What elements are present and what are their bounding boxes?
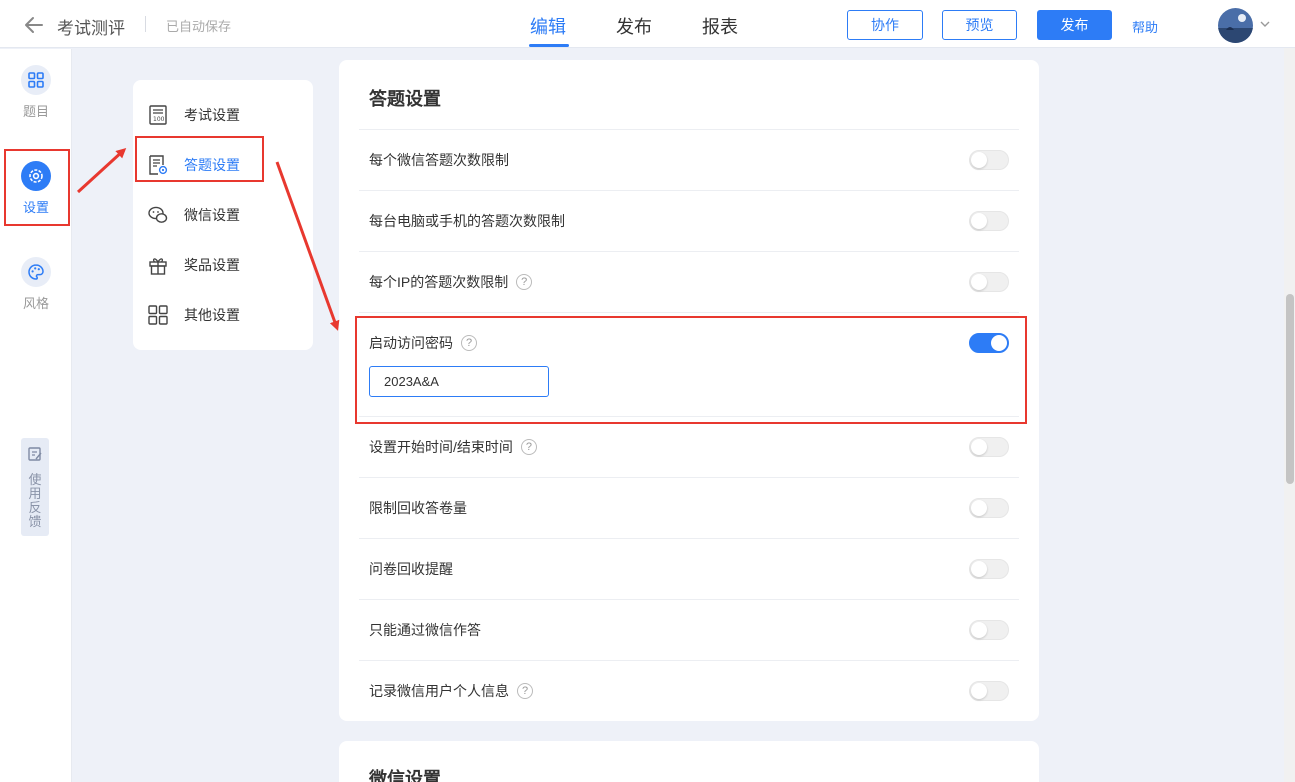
setting-label-response-limit: 限制回收答卷量 [369, 498, 467, 518]
rail-item-questions[interactable]: 题目 [0, 65, 72, 120]
palette-icon [21, 257, 51, 287]
rail-label-questions: 题目 [22, 104, 49, 119]
row-divider [359, 190, 1019, 191]
row-divider [359, 660, 1019, 661]
rail-label-style: 风格 [22, 296, 49, 311]
menu-item-prize-settings[interactable]: 奖品设置 [133, 245, 313, 285]
setting-text: 设置开始时间/结束时间 [369, 439, 513, 455]
setting-label-ip-limit: 每个IP的答题次数限制 ? [369, 272, 533, 292]
preview-button[interactable]: 预览 [942, 10, 1017, 40]
gift-icon [149, 258, 167, 275]
toggle-start-end-time[interactable] [969, 437, 1009, 457]
row-divider [359, 599, 1019, 600]
toggle-response-limit[interactable] [969, 498, 1009, 518]
setting-text: 每台电脑或手机的答题次数限制 [369, 213, 565, 229]
toggle-response-reminder[interactable] [969, 559, 1009, 579]
row-divider [359, 538, 1019, 539]
menu-label-other-settings: 其他设置 [184, 307, 240, 323]
tab-publish[interactable]: 发布 [616, 13, 652, 39]
app-title: 考试测评 [57, 19, 125, 38]
setting-label-wechat-limit: 每个微信答题次数限制 [369, 150, 509, 170]
row-divider [359, 477, 1019, 478]
grid-icon [21, 65, 51, 95]
setting-label-access-password: 启动访问密码 ? [369, 333, 477, 353]
setting-label-wechat-only: 只能通过微信作答 [369, 620, 481, 640]
access-password-input[interactable] [369, 366, 549, 397]
menu-item-answer-settings[interactable]: 答题设置 [133, 145, 313, 185]
row-divider [359, 312, 1019, 313]
top-bar: 考试测评 已自动保存 编辑 发布 报表 协作 预览 发布 帮助 [0, 0, 1295, 48]
rail-label-settings: 设置 [22, 200, 49, 215]
tab-report[interactable]: 报表 [702, 13, 738, 39]
answer-settings-title: 答题设置 [369, 89, 441, 109]
setting-label-response-reminder: 问卷回收提醒 [369, 559, 453, 579]
menu-label-prize-settings: 奖品设置 [184, 257, 240, 273]
menu-label-exam-settings: 考试设置 [184, 107, 240, 123]
grid-icon [148, 305, 168, 325]
wechat-settings-title: 微信设置 [369, 769, 441, 782]
back-arrow-icon[interactable] [22, 13, 46, 37]
setting-label-device-limit: 每台电脑或手机的答题次数限制 [369, 211, 565, 231]
menu-label-wechat-settings: 微信设置 [184, 207, 240, 223]
publish-button[interactable]: 发布 [1037, 10, 1112, 40]
setting-text: 每个微信答题次数限制 [369, 152, 509, 168]
gear-icon [21, 161, 51, 191]
left-rail: 题目 设置 风格 使用反馈 [0, 49, 72, 782]
menu-item-exam-settings[interactable]: 100 考试设置 [133, 95, 313, 135]
setting-text: 启动访问密码 [369, 335, 453, 351]
menu-label-answer-settings: 答题设置 [184, 157, 240, 173]
scrollbar-thumb[interactable] [1286, 294, 1294, 484]
help-question-icon[interactable]: ? [520, 439, 537, 455]
toggle-access-password[interactable] [969, 333, 1009, 353]
tab-edit[interactable]: 编辑 [530, 13, 566, 39]
exam-paper-icon: 100 [149, 105, 167, 125]
chevron-down-icon[interactable] [1259, 18, 1271, 30]
setting-text: 问卷回收提醒 [369, 561, 453, 577]
setting-text: 每个IP的答题次数限制 [369, 274, 509, 290]
svg-text:100: 100 [153, 116, 165, 123]
setting-label-record-wechat-info: 记录微信用户个人信息 ? [369, 681, 533, 701]
setting-text: 限制回收答卷量 [369, 500, 467, 516]
toggle-device-limit[interactable] [969, 211, 1009, 231]
toggle-wechat-limit[interactable] [969, 150, 1009, 170]
answer-settings-icon [149, 155, 168, 175]
autosave-status: 已自动保存 [166, 19, 232, 34]
toggle-ip-limit[interactable] [969, 272, 1009, 292]
help-question-icon[interactable]: ? [516, 274, 533, 290]
row-divider [359, 416, 1019, 417]
feedback-label: 使用反馈 [28, 472, 42, 529]
active-tab-indicator [529, 44, 569, 47]
help-link[interactable]: 帮助 [1132, 17, 1158, 36]
edit-note-icon [28, 447, 42, 461]
feedback-button[interactable]: 使用反馈 [21, 438, 49, 536]
help-question-icon[interactable]: ? [461, 335, 477, 351]
rail-item-settings[interactable]: 设置 [0, 161, 72, 216]
wechat-settings-card: 微信设置 [339, 741, 1039, 782]
setting-text: 记录微信用户个人信息 [369, 683, 509, 699]
menu-item-other-settings[interactable]: 其他设置 [133, 295, 313, 335]
row-divider [359, 129, 1019, 130]
annotation-arrow-1 [76, 147, 127, 194]
help-question-icon[interactable]: ? [517, 683, 533, 699]
wechat-icon [148, 206, 168, 223]
row-divider [359, 251, 1019, 252]
toggle-record-wechat-info[interactable] [969, 681, 1009, 701]
title-divider [145, 16, 146, 32]
toggle-wechat-only[interactable] [969, 620, 1009, 640]
setting-label-start-end-time: 设置开始时间/结束时间 ? [369, 437, 537, 457]
rail-item-style[interactable]: 风格 [0, 257, 72, 312]
answer-settings-card: 答题设置 每个微信答题次数限制 每台电脑或手机的答题次数限制 每个IP的答题次数… [339, 60, 1039, 721]
settings-menu: 100 考试设置 答题设置 微信设置 奖品设置 其他设置 [133, 80, 313, 350]
user-avatar[interactable] [1218, 8, 1253, 43]
setting-text: 只能通过微信作答 [369, 622, 481, 638]
collab-button[interactable]: 协作 [847, 10, 923, 40]
menu-item-wechat-settings[interactable]: 微信设置 [133, 195, 313, 235]
